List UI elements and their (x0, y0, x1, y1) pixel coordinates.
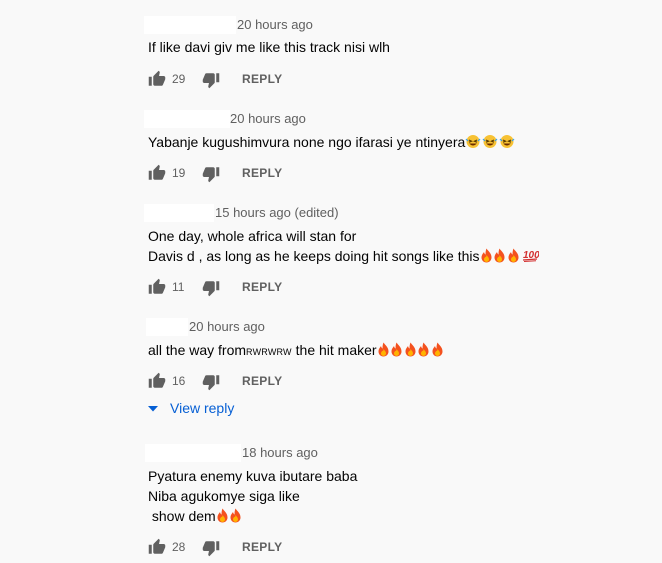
fire-emoji (405, 342, 416, 357)
chevron-down-icon (148, 406, 158, 412)
thumbs-down-icon[interactable] (202, 71, 220, 89)
fire-emoji (230, 508, 241, 523)
comment-line: Yabanje kugushimvura none ngo ifarasi ye… (148, 134, 466, 150)
thumbs-up-icon[interactable] (148, 70, 166, 88)
comment-line: the hit maker (291, 342, 377, 358)
thumbs-down-icon[interactable] (202, 539, 220, 557)
comment-line: If like davi giv me like this track nisi… (148, 39, 390, 55)
comment-text: Pyatura enemy kuva ibutare baba Niba agu… (148, 466, 357, 526)
reply-button[interactable]: REPLY (242, 280, 282, 294)
comment-line: One day, whole africa will stan for (148, 228, 357, 244)
comment-timestamp[interactable]: 20 hours ago (237, 17, 313, 32)
comment-line: all the way from (148, 342, 247, 358)
fire-emoji (378, 342, 389, 357)
reply-button[interactable]: REPLY (242, 72, 282, 86)
author-name-redacted (144, 16, 236, 34)
author-name-redacted (144, 204, 214, 222)
fire-emoji (494, 248, 505, 263)
fire-emoji (481, 248, 492, 263)
like-count: 16 (172, 374, 186, 388)
grinning-squinting-emoji (482, 135, 498, 148)
grinning-squinting-emoji (499, 135, 515, 148)
like-count: 29 (172, 72, 186, 86)
thumbs-up-icon[interactable] (148, 538, 166, 556)
like-count: 28 (172, 540, 186, 554)
thumbs-up-icon[interactable] (148, 372, 166, 390)
fire-emoji (432, 342, 443, 357)
comment-text: all the way fromRWRWRW the hit maker (148, 340, 444, 362)
like-count: 19 (172, 166, 186, 180)
hundred-points-emoji: 100 (522, 250, 539, 262)
comment-line: Pyatura enemy kuva ibutare baba (148, 468, 358, 484)
view-reply-label[interactable]: View reply (170, 400, 234, 416)
author-name-redacted (146, 318, 188, 336)
comment-timestamp[interactable]: 20 hours ago (230, 111, 306, 126)
fire-emoji (418, 342, 429, 357)
reply-button[interactable]: REPLY (242, 540, 282, 554)
fire-emoji (508, 248, 519, 263)
comment-timestamp[interactable]: 18 hours ago (242, 445, 318, 460)
comment-line: Davis d , as long as he keeps doing hit … (148, 248, 480, 264)
thumbs-up-icon[interactable] (148, 278, 166, 296)
like-count: 11 (172, 280, 185, 294)
comment-text: Yabanje kugushimvura none ngo ifarasi ye… (148, 132, 516, 152)
fire-emoji (217, 508, 228, 523)
reply-button[interactable]: REPLY (242, 166, 282, 180)
thumbs-down-icon[interactable] (202, 373, 220, 391)
comment-line: show dem (148, 508, 216, 524)
comment-timestamp[interactable]: 20 hours ago (189, 319, 265, 334)
reply-button[interactable]: REPLY (242, 374, 282, 388)
grinning-squinting-emoji (465, 135, 481, 148)
comment-line: Niba agukomye siga like (148, 488, 300, 504)
author-name-redacted (144, 110, 230, 128)
comment-timestamp[interactable]: 15 hours ago (edited) (215, 205, 339, 220)
thumbs-down-icon[interactable] (202, 279, 220, 297)
comment-text: If like davi giv me like this track nisi… (148, 37, 390, 57)
author-name-redacted (145, 444, 241, 462)
comments-panel: 20 hours ago If like davi giv me like th… (82, 0, 662, 563)
thumbs-down-icon[interactable] (202, 165, 220, 183)
comment-line-smallcaps: RWRWRW (246, 347, 292, 357)
thumbs-up-icon[interactable] (148, 164, 166, 182)
fire-emoji (391, 342, 402, 357)
comment-text: One day, whole africa will stan for Davi… (148, 226, 539, 266)
left-margin (0, 0, 82, 563)
